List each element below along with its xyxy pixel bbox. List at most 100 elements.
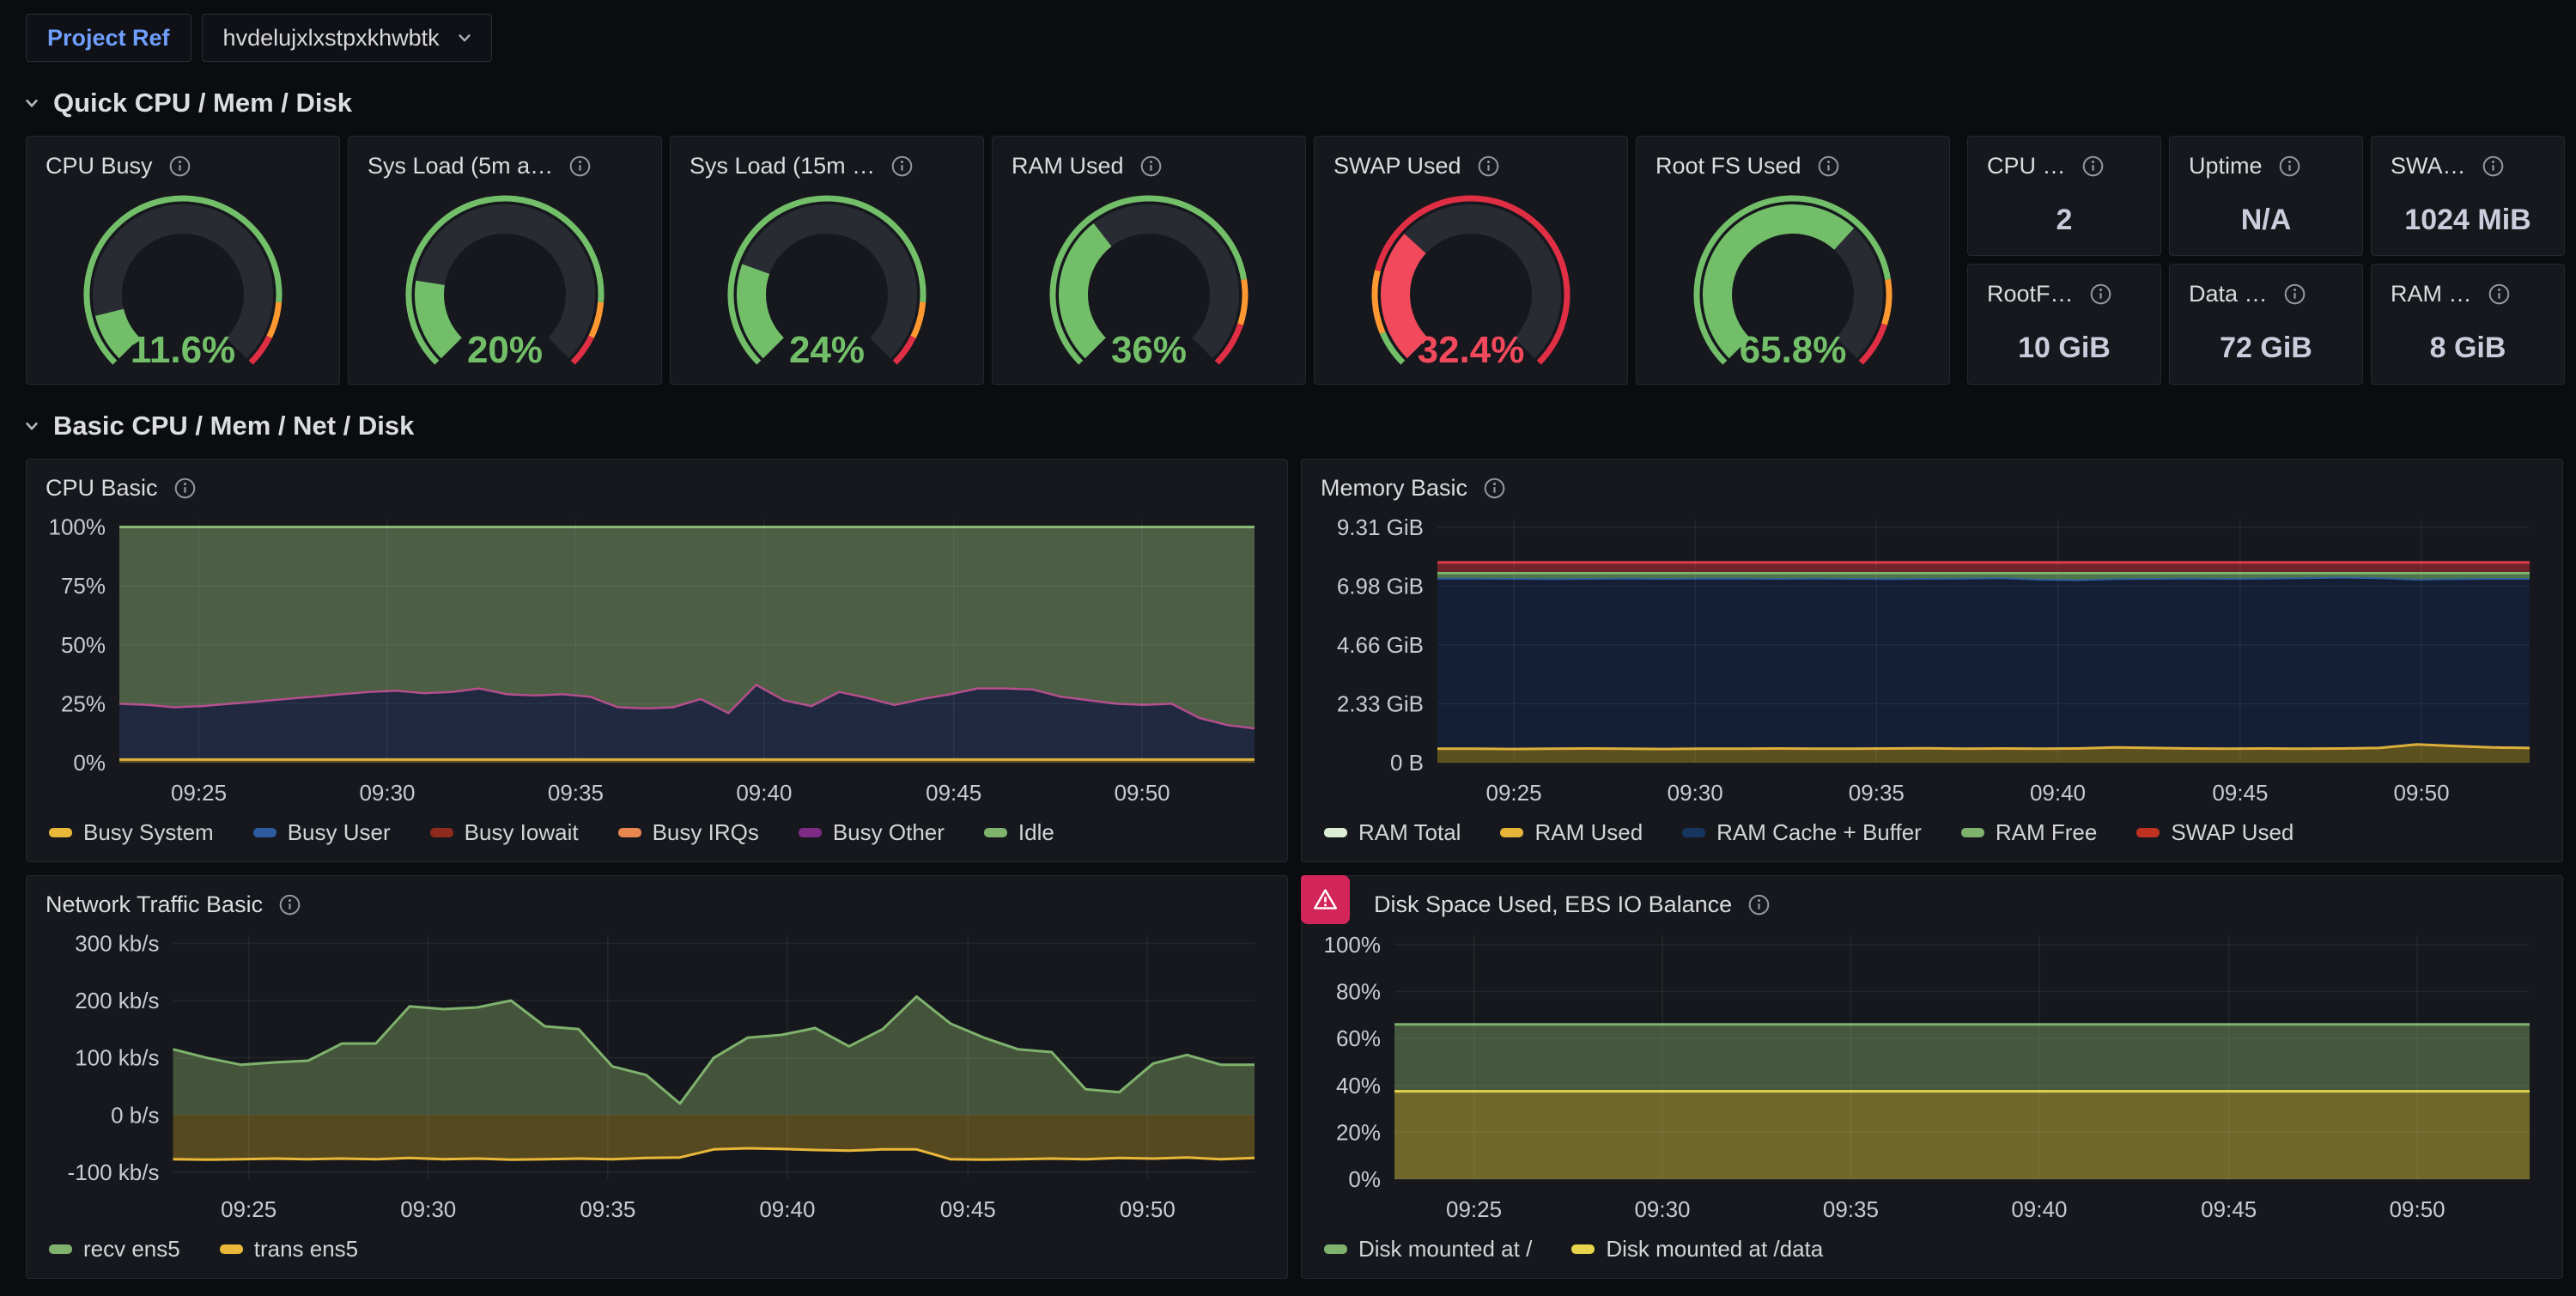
svg-text:0 b/s: 0 b/s [111, 1102, 159, 1128]
gauge: 24% [671, 185, 983, 372]
svg-text:09:30: 09:30 [1668, 780, 1723, 806]
info-icon[interactable] [168, 155, 191, 178]
info-icon[interactable] [1747, 893, 1771, 916]
section-header-quick[interactable]: Quick CPU / Mem / Disk [21, 88, 2576, 119]
panel-title[interactable]: Root FS Used [1656, 153, 1801, 179]
panel-header: Sys Load (5m a… [349, 137, 661, 183]
info-icon[interactable] [568, 155, 592, 178]
legend-label: Busy User [288, 819, 391, 846]
svg-text:80%: 80% [1336, 978, 1381, 1004]
info-icon[interactable] [1477, 155, 1500, 178]
stat-value: N/A [2170, 204, 2362, 237]
legend-item[interactable]: Busy Other [799, 819, 945, 846]
panel-title[interactable]: RAM … [2391, 281, 2472, 307]
legend-color-chip [984, 828, 1007, 837]
legend-color-chip [1324, 828, 1347, 837]
panel-title[interactable]: Sys Load (15m … [690, 153, 875, 179]
panel-title[interactable]: CPU Busy [46, 153, 153, 179]
svg-text:09:45: 09:45 [940, 1196, 996, 1222]
legend-item[interactable]: RAM Used [1500, 819, 1643, 846]
svg-text:09:35: 09:35 [548, 780, 604, 806]
panel-title[interactable]: SWA… [2391, 153, 2466, 179]
svg-text:4.66 GiB: 4.66 GiB [1337, 631, 1424, 657]
variable-dropdown[interactable]: hvdelujxlxstpxkhwbtk [202, 14, 492, 62]
chart-panels: CPU Basic 0%25%50%75%100%09:2509:3009:35… [26, 459, 2550, 1279]
info-icon[interactable] [173, 477, 197, 500]
panel-title[interactable]: Uptime [2189, 153, 2263, 179]
legend-item[interactable]: RAM Total [1324, 819, 1461, 846]
legend-color-chip [49, 1244, 72, 1254]
variable-label-text: Project Ref [47, 25, 170, 52]
chart-canvas: 0 B2.33 GiB4.66 GiB6.98 GiB9.31 GiB09:25… [1302, 505, 2562, 812]
info-icon[interactable] [1139, 155, 1163, 178]
legend-item[interactable]: RAM Cache + Buffer [1682, 819, 1922, 846]
svg-text:200 kb/s: 200 kb/s [75, 988, 159, 1013]
legend-item[interactable]: Idle [984, 819, 1054, 846]
legend-color-chip [49, 828, 72, 837]
legend-item[interactable]: Busy Iowait [430, 819, 579, 846]
svg-text:50%: 50% [61, 631, 106, 657]
svg-text:09:40: 09:40 [2011, 1196, 2067, 1222]
info-icon[interactable] [278, 893, 301, 916]
legend-item[interactable]: Disk mounted at /data [1571, 1236, 1823, 1263]
gauge-panel: CPU Busy 11.6% [26, 136, 340, 385]
gauge-value: 20% [467, 329, 543, 371]
info-icon[interactable] [1483, 477, 1506, 500]
info-icon[interactable] [2482, 155, 2505, 178]
svg-text:09:50: 09:50 [1120, 1196, 1176, 1222]
legend-item[interactable]: trans ens5 [220, 1236, 358, 1263]
legend-label: Busy Other [833, 819, 945, 846]
legend-item[interactable]: RAM Free [1961, 819, 2097, 846]
gauge-visualization: 36% [1003, 185, 1295, 372]
panel-title[interactable]: RAM Used [1012, 153, 1124, 179]
info-icon[interactable] [2089, 283, 2112, 306]
chart-legend: Busy System Busy User Busy Iowait Busy I… [27, 817, 1287, 862]
panel-title[interactable]: RootF… [1987, 281, 2074, 307]
info-icon[interactable] [2283, 283, 2306, 306]
info-icon[interactable] [2081, 155, 2105, 178]
panel-title[interactable]: Sys Load (5m a… [368, 153, 553, 179]
gauge-visualization: 65.8% [1647, 185, 1939, 372]
panel-title[interactable]: SWAP Used [1334, 153, 1461, 179]
panel-title[interactable]: Disk Space Used, EBS IO Balance [1374, 891, 1732, 918]
stat-panel: RAM … 8 GiB [2371, 264, 2565, 385]
stat-panel: Data … 72 GiB [2169, 264, 2363, 385]
legend-item[interactable]: Busy User [253, 819, 391, 846]
gauge: 32.4% [1315, 185, 1627, 372]
panel-title[interactable]: CPU … [1987, 153, 2066, 179]
chart-plot-area[interactable]: 0%20%40%60%80%100%09:2509:3009:3509:4009… [1302, 922, 2562, 1233]
legend-label: RAM Free [1996, 819, 2097, 846]
chart-plot-area[interactable]: 0%25%50%75%100%09:2509:3009:3509:4009:45… [27, 505, 1287, 817]
info-icon[interactable] [2278, 155, 2301, 178]
svg-text:09:25: 09:25 [1486, 780, 1542, 806]
legend-item[interactable]: Disk mounted at / [1324, 1236, 1532, 1263]
chart-panel: Disk Space Used, EBS IO Balance 0%20%40%… [1301, 875, 2563, 1279]
chevron-down-icon [21, 415, 43, 437]
info-icon[interactable] [890, 155, 914, 178]
panel-header: RAM … [2372, 265, 2564, 311]
gauge-visualization: 32.4% [1325, 185, 1617, 372]
info-icon[interactable] [2488, 283, 2511, 306]
alert-badge[interactable] [1301, 875, 1350, 924]
svg-text:100 kb/s: 100 kb/s [75, 1044, 159, 1070]
info-icon[interactable] [1817, 155, 1840, 178]
legend-item[interactable]: Busy IRQs [618, 819, 759, 846]
legend-item[interactable]: SWAP Used [2136, 819, 2293, 846]
panel-title[interactable]: Data … [2189, 281, 2268, 307]
legend-label: Disk mounted at / [1358, 1236, 1532, 1263]
svg-text:300 kb/s: 300 kb/s [75, 930, 159, 956]
panel-title[interactable]: CPU Basic [46, 475, 158, 502]
section-header-basic[interactable]: Basic CPU / Mem / Net / Disk [21, 411, 2576, 441]
svg-text:09:45: 09:45 [2212, 780, 2268, 806]
legend-color-chip [220, 1244, 243, 1254]
stat-panel: SWA… 1024 MiB [2371, 136, 2565, 256]
legend-label: RAM Cache + Buffer [1716, 819, 1922, 846]
legend-item[interactable]: recv ens5 [49, 1236, 180, 1263]
stat-value: 1024 MiB [2372, 204, 2564, 237]
gauge-visualization: 20% [359, 185, 651, 372]
panel-title[interactable]: Network Traffic Basic [46, 891, 263, 918]
legend-item[interactable]: Busy System [49, 819, 214, 846]
panel-title[interactable]: Memory Basic [1321, 475, 1467, 502]
chart-plot-area[interactable]: -100 kb/s0 b/s100 kb/s200 kb/s300 kb/s09… [27, 922, 1287, 1233]
chart-plot-area[interactable]: 0 B2.33 GiB4.66 GiB6.98 GiB9.31 GiB09:25… [1302, 505, 2562, 817]
